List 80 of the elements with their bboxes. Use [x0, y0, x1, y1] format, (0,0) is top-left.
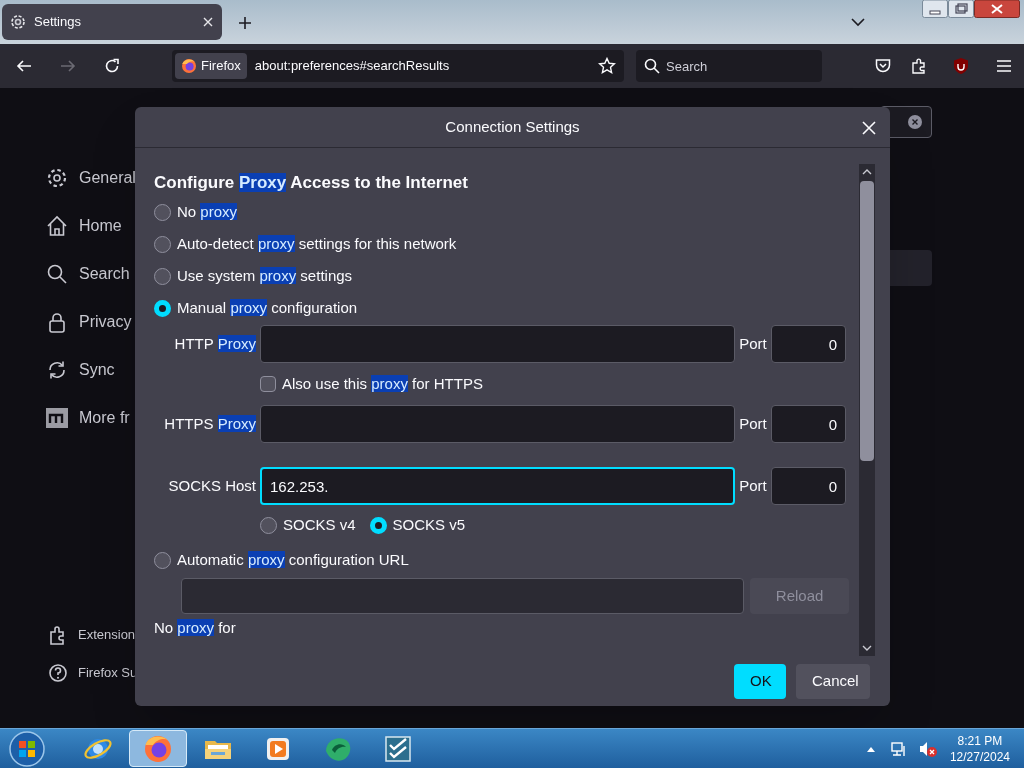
scrollbar[interactable]	[859, 164, 875, 656]
network-icon[interactable]	[889, 739, 908, 758]
settings-icon	[10, 14, 26, 30]
new-tab-icon[interactable]	[238, 16, 252, 30]
tab[interactable]: Settings	[2, 4, 222, 40]
option-label: No proxy	[177, 201, 238, 222]
pocket-icon[interactable]	[874, 57, 892, 75]
close-icon[interactable]	[202, 16, 214, 28]
option-label: SOCKS v4	[283, 514, 356, 535]
sidebar-item[interactable]: Home	[46, 212, 136, 240]
close-window-icon[interactable]	[974, 0, 1020, 18]
option-label: Also use this proxy for HTTPS	[282, 373, 483, 394]
menu-icon[interactable]	[996, 59, 1012, 73]
option-label: Manual proxy configuration	[177, 297, 358, 318]
option-label: Automatic proxy configuration URL	[177, 549, 409, 570]
checkbox[interactable]	[260, 376, 276, 392]
help-icon	[48, 663, 68, 683]
radio-button[interactable]	[154, 235, 171, 253]
section-label: No proxy for	[154, 617, 236, 638]
port-field[interactable]: 0	[771, 405, 846, 443]
field-label: HTTPS Proxy	[163, 413, 257, 434]
tile-icon	[46, 407, 68, 429]
option-label: Use system proxy settings	[177, 265, 353, 286]
reload-icon[interactable]	[104, 58, 120, 74]
port-label: Port	[738, 413, 768, 434]
tab-title: Settings	[34, 13, 82, 32]
radio-button[interactable]	[260, 516, 277, 534]
sidebar-item[interactable]: Search	[46, 260, 136, 288]
shield-icon[interactable]	[952, 57, 970, 75]
chevron-down-icon[interactable]	[851, 17, 865, 27]
settings-icon	[46, 167, 68, 189]
section-heading: Configure Proxy Access to the Internet	[154, 172, 469, 194]
radio-button[interactable]	[154, 299, 171, 317]
radio-button[interactable]	[154, 267, 171, 285]
url-text: about:preferences#searchResults	[254, 57, 451, 76]
radio-button[interactable]	[154, 551, 171, 569]
sidebar-item[interactable]: Privacy	[46, 308, 136, 336]
arrow-down-icon[interactable]	[862, 643, 872, 653]
port-field[interactable]: 0	[771, 325, 846, 363]
taskbar-button[interactable]	[129, 730, 187, 767]
fox-icon	[181, 58, 197, 74]
field-label: SOCKS Host	[167, 475, 257, 496]
port-field[interactable]: 0	[771, 467, 846, 505]
puzzle-icon[interactable]	[910, 57, 928, 75]
radio-button[interactable]	[154, 203, 171, 221]
field-label: HTTP Proxy	[173, 333, 257, 354]
search-icon	[644, 58, 660, 74]
address-bar[interactable]: Firefox about:preferences#searchResults	[172, 50, 624, 82]
dialog-title: Connection Settings	[445, 116, 580, 137]
sync-icon	[46, 359, 68, 381]
sidebar-item[interactable]: Sync	[46, 356, 136, 384]
back-icon[interactable]	[16, 58, 32, 74]
minimize-icon[interactable]	[922, 0, 948, 18]
identity-button[interactable]: Firefox	[175, 53, 247, 79]
port-label: Port	[738, 475, 768, 496]
port-label: Port	[738, 333, 768, 354]
padlock-icon	[46, 311, 68, 333]
radio-button[interactable]	[369, 516, 387, 534]
row-highlight	[890, 250, 932, 286]
sidebar-item[interactable]: More fr	[46, 404, 136, 432]
search-icon	[46, 263, 68, 285]
clock[interactable]: 8:21 PM 12/27/2024	[949, 732, 1010, 765]
scrollbar-thumb[interactable]	[860, 181, 874, 461]
search-field[interactable]: Search	[636, 50, 822, 82]
clear-icon	[907, 114, 923, 130]
ok-button[interactable]: OK	[734, 664, 786, 699]
cancel-button[interactable]: Cancel	[796, 664, 870, 699]
maximize-icon[interactable]	[948, 0, 974, 18]
sidebar-link[interactable]: Extension	[48, 622, 138, 648]
option-label: Auto-detect proxy settings for this network	[177, 233, 457, 254]
host-field[interactable]: 162.253.	[260, 467, 735, 505]
host-field[interactable]	[260, 325, 735, 363]
url-field[interactable]	[181, 578, 745, 614]
house-icon	[46, 215, 68, 237]
sidebar-item[interactable]: General	[46, 164, 136, 192]
host-field[interactable]	[260, 405, 735, 443]
start-orb-icon[interactable]	[7, 730, 47, 767]
option-label: SOCKS v5	[392, 514, 466, 535]
star-icon[interactable]	[598, 57, 616, 75]
arrow-up-icon[interactable]	[862, 167, 872, 177]
